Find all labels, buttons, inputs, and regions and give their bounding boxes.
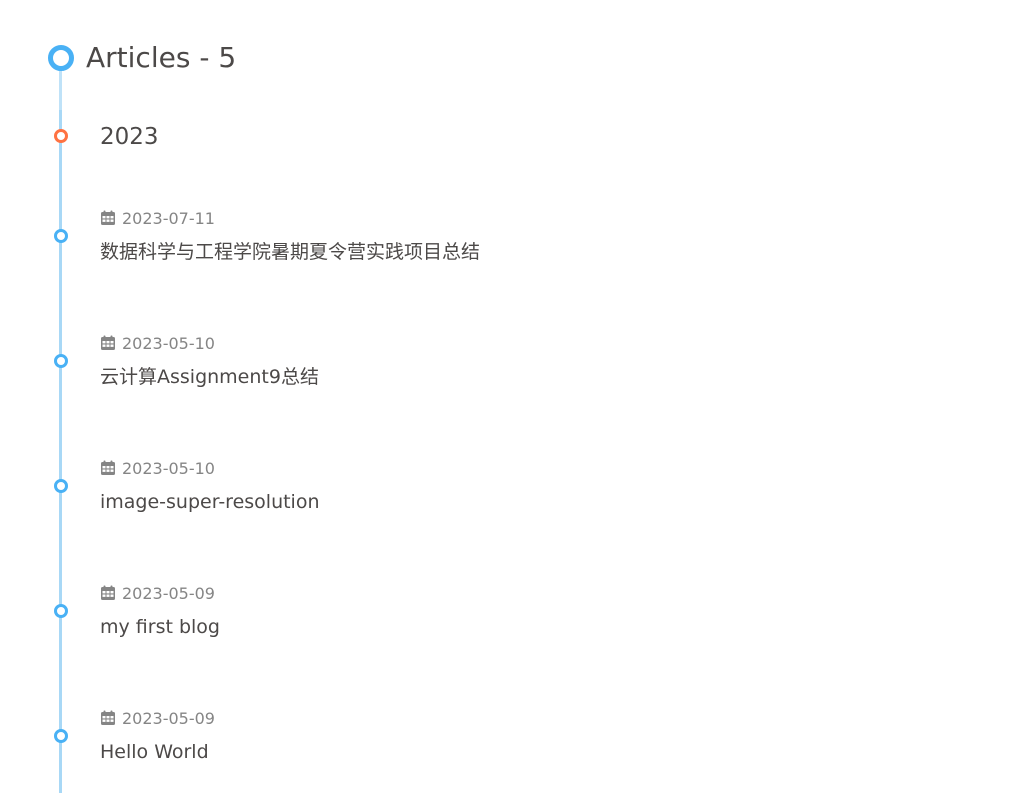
- timeline-line: [59, 58, 62, 793]
- calendar-icon: [101, 585, 115, 600]
- article-date: 2023-05-10: [122, 333, 215, 353]
- article-date: 2023-05-10: [122, 458, 215, 478]
- header-circle-icon: [48, 45, 74, 71]
- year-label: 2023: [100, 124, 159, 150]
- article-title-link[interactable]: my first blog: [100, 614, 220, 640]
- article-meta: 2023-05-10: [100, 457, 215, 479]
- article-meta: 2023-07-11: [100, 207, 215, 229]
- article-date: 2023-05-09: [122, 708, 215, 728]
- article-date: 2023-05-09: [122, 583, 215, 603]
- timeline-item: 2023-07-11 数据科学与工程学院暑期夏令营实践项目总结: [0, 207, 1032, 297]
- article-title-link[interactable]: 数据科学与工程学院暑期夏令营实践项目总结: [100, 239, 480, 265]
- article-title-link[interactable]: 云计算Assignment9总结: [100, 364, 319, 390]
- timeline-item: 2023-05-09 my first blog: [0, 582, 1032, 672]
- article-meta: 2023-05-09: [100, 582, 215, 604]
- timeline-dot-icon: [54, 354, 68, 368]
- calendar-icon: [101, 335, 115, 350]
- article-title-link[interactable]: Hello World: [100, 739, 209, 765]
- timeline-dot-icon: [54, 229, 68, 243]
- article-date: 2023-07-11: [122, 208, 215, 228]
- article-meta: 2023-05-09: [100, 707, 215, 729]
- article-title-link[interactable]: image-super-resolution: [100, 489, 320, 515]
- article-timeline: Articles - 5 2023 2023-07-11 数据科学与工程学院暑期…: [0, 0, 1032, 793]
- timeline-dot-icon: [54, 479, 68, 493]
- calendar-icon: [101, 210, 115, 225]
- timeline-item: 2023-05-09 Hello World: [0, 707, 1032, 797]
- article-meta: 2023-05-10: [100, 332, 215, 354]
- calendar-icon: [101, 710, 115, 725]
- timeline-dot-icon: [54, 604, 68, 618]
- timeline-dot-icon: [54, 729, 68, 743]
- year-dot-icon: [54, 129, 68, 143]
- calendar-icon: [101, 460, 115, 475]
- page-title: Articles - 5: [86, 41, 237, 74]
- timeline-item: 2023-05-10 image-super-resolution: [0, 457, 1032, 547]
- timeline-item: 2023-05-10 云计算Assignment9总结: [0, 332, 1032, 422]
